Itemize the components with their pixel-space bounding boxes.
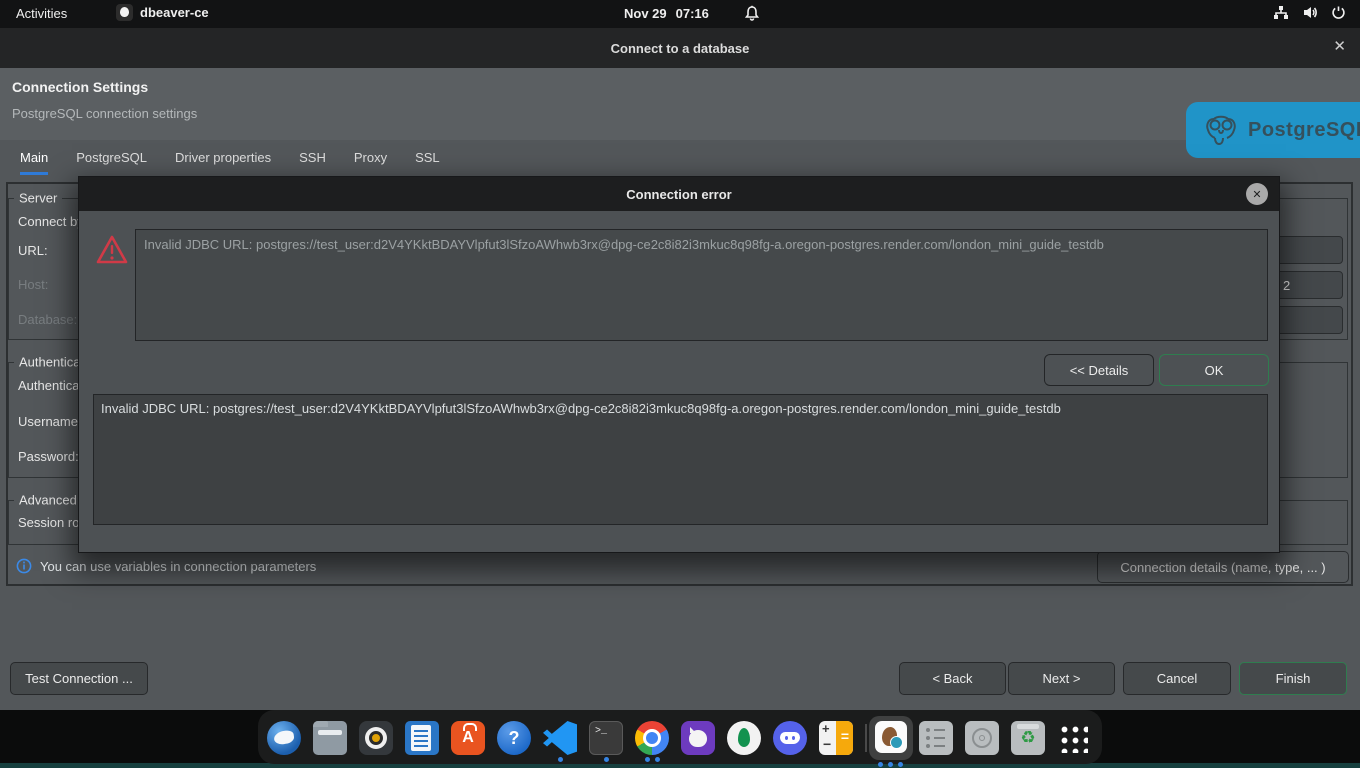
top-bar: Activities dbeaver-ce Nov 29 07:16 [0,0,1360,28]
dbeaver-icon[interactable] [875,721,907,753]
bell-icon [745,5,759,24]
vscode-running-dot [558,757,563,762]
username-label: Username: [18,414,82,429]
error-dialog-close-icon[interactable]: ✕ [1246,183,1268,205]
page-subtitle: PostgreSQL connection settings [12,106,197,121]
tab-ssl[interactable]: SSL [415,150,440,175]
tab-postgresql[interactable]: PostgreSQL [76,150,147,175]
url-label: URL: [18,243,48,258]
password-label: Password: [18,449,79,464]
screen: Activities dbeaver-ce Nov 29 07:16 Con [0,0,1360,768]
github-desktop-icon[interactable] [681,721,715,755]
info-line: You can use variables in connection para… [16,558,316,574]
window-title: Connect to a database [611,41,750,56]
mongodb-compass-icon[interactable] [727,721,761,755]
error-details-text: Invalid JDBC URL: postgres://test_user:d… [101,401,1061,416]
help-question-glyph: ? [509,728,520,749]
postgresql-elephant-icon [1202,111,1240,149]
window-close-icon[interactable]: ✕ [1333,37,1346,55]
dbeaver-running-dot-1 [878,762,883,767]
host-label: Host: [18,277,48,292]
chrome-running-dot-1 [645,757,650,762]
connection-error-dialog: Connection error ✕ Invalid JDBC URL: pos… [78,176,1280,553]
terminal-running-dot [604,757,609,762]
clock-date: Nov 29 [624,6,667,21]
dbeaver-running-dot-2 [888,762,893,767]
dock: A ? >_ + − = ♻ [258,710,1102,764]
terminal-icon[interactable]: >_ [589,721,623,755]
calculator-equals-glyph: = [841,728,849,744]
error-message-text: Invalid JDBC URL: postgres://test_user:d… [144,237,1104,252]
server-group-legend: Server [14,191,62,206]
software-letter: A [462,729,474,747]
network-icon [1273,5,1289,23]
clock-time: 07:16 [676,6,709,21]
power-icon [1331,5,1346,23]
error-message-box: Invalid JDBC URL: postgres://test_user:d… [135,229,1268,341]
calculator-icon[interactable]: + − = [819,721,853,755]
calculator-minus-glyph: − [823,736,831,752]
files-icon[interactable] [313,721,347,755]
thunderbird-icon[interactable] [267,721,301,755]
tab-driver-properties[interactable]: Driver properties [175,150,271,175]
calculator-plus-glyph: + [822,721,830,736]
error-details-area[interactable]: Invalid JDBC URL: postgres://test_user:d… [93,394,1268,525]
vscode-icon[interactable] [543,721,577,755]
connect-by-label: Connect by: [18,214,87,229]
chrome-running-dot-2 [655,757,660,762]
ok-button[interactable]: OK [1159,354,1269,386]
postgresql-logo-text: PostgreSQL [1248,119,1360,142]
info-text: You can use variables in connection para… [40,559,316,574]
app-menu[interactable]: dbeaver-ce [116,4,209,21]
dock-separator [865,724,867,752]
cancel-button[interactable]: Cancel [1123,662,1231,695]
disc-drive-icon[interactable] [965,721,999,755]
postgresql-logo: PostgreSQL [1186,102,1360,158]
advanced-group-legend: Advanced [14,493,82,508]
page-title: Connection Settings [12,79,148,95]
ubuntu-software-icon[interactable]: A [451,721,485,755]
details-button[interactable]: << Details [1044,354,1154,386]
error-dialog-title: Connection error [626,187,731,202]
mounted-volume-icon[interactable] [919,721,953,755]
tab-ssh[interactable]: SSH [299,150,326,175]
volume-icon [1302,5,1318,23]
clock[interactable]: Nov 29 07:16 [624,6,709,21]
window-titlebar[interactable]: Connect to a database ✕ [0,28,1360,68]
port-value: 2 [1283,278,1290,293]
system-tray[interactable] [1273,5,1346,23]
trash-icon[interactable]: ♻ [1011,721,1045,755]
connection-details-button[interactable]: Connection details (name, type, ... ) [1097,551,1349,583]
database-label: Database: [18,312,77,327]
settings-tabs: Main PostgreSQL Driver properties SSH Pr… [20,150,440,175]
rhythmbox-icon[interactable] [359,721,393,755]
help-icon[interactable]: ? [497,721,531,755]
libreoffice-writer-icon[interactable] [405,721,439,755]
next-button[interactable]: Next > [1008,662,1115,695]
error-dialog-titlebar[interactable]: Connection error ✕ [79,177,1279,211]
dbeaver-running-dot-3 [898,762,903,767]
chrome-icon[interactable] [635,721,669,755]
app-menu-label: dbeaver-ce [140,5,209,20]
activities-button[interactable]: Activities [16,6,67,21]
terminal-prompt-glyph: >_ [595,726,607,737]
finish-button[interactable]: Finish [1239,662,1347,695]
back-button[interactable]: < Back [899,662,1006,695]
warning-icon [95,233,129,267]
tab-main[interactable]: Main [20,150,48,175]
discord-icon[interactable] [773,721,807,755]
wizard-header: Connection Settings PostgreSQL connectio… [0,68,1360,140]
dbeaver-active-slot[interactable] [869,716,913,760]
tab-proxy[interactable]: Proxy [354,150,387,175]
test-connection-button[interactable]: Test Connection ... [10,662,148,695]
info-icon [16,558,32,574]
show-applications-icon[interactable] [1058,723,1088,753]
dbeaver-app-icon [116,4,133,21]
recycle-glyph: ♻ [1020,728,1035,748]
